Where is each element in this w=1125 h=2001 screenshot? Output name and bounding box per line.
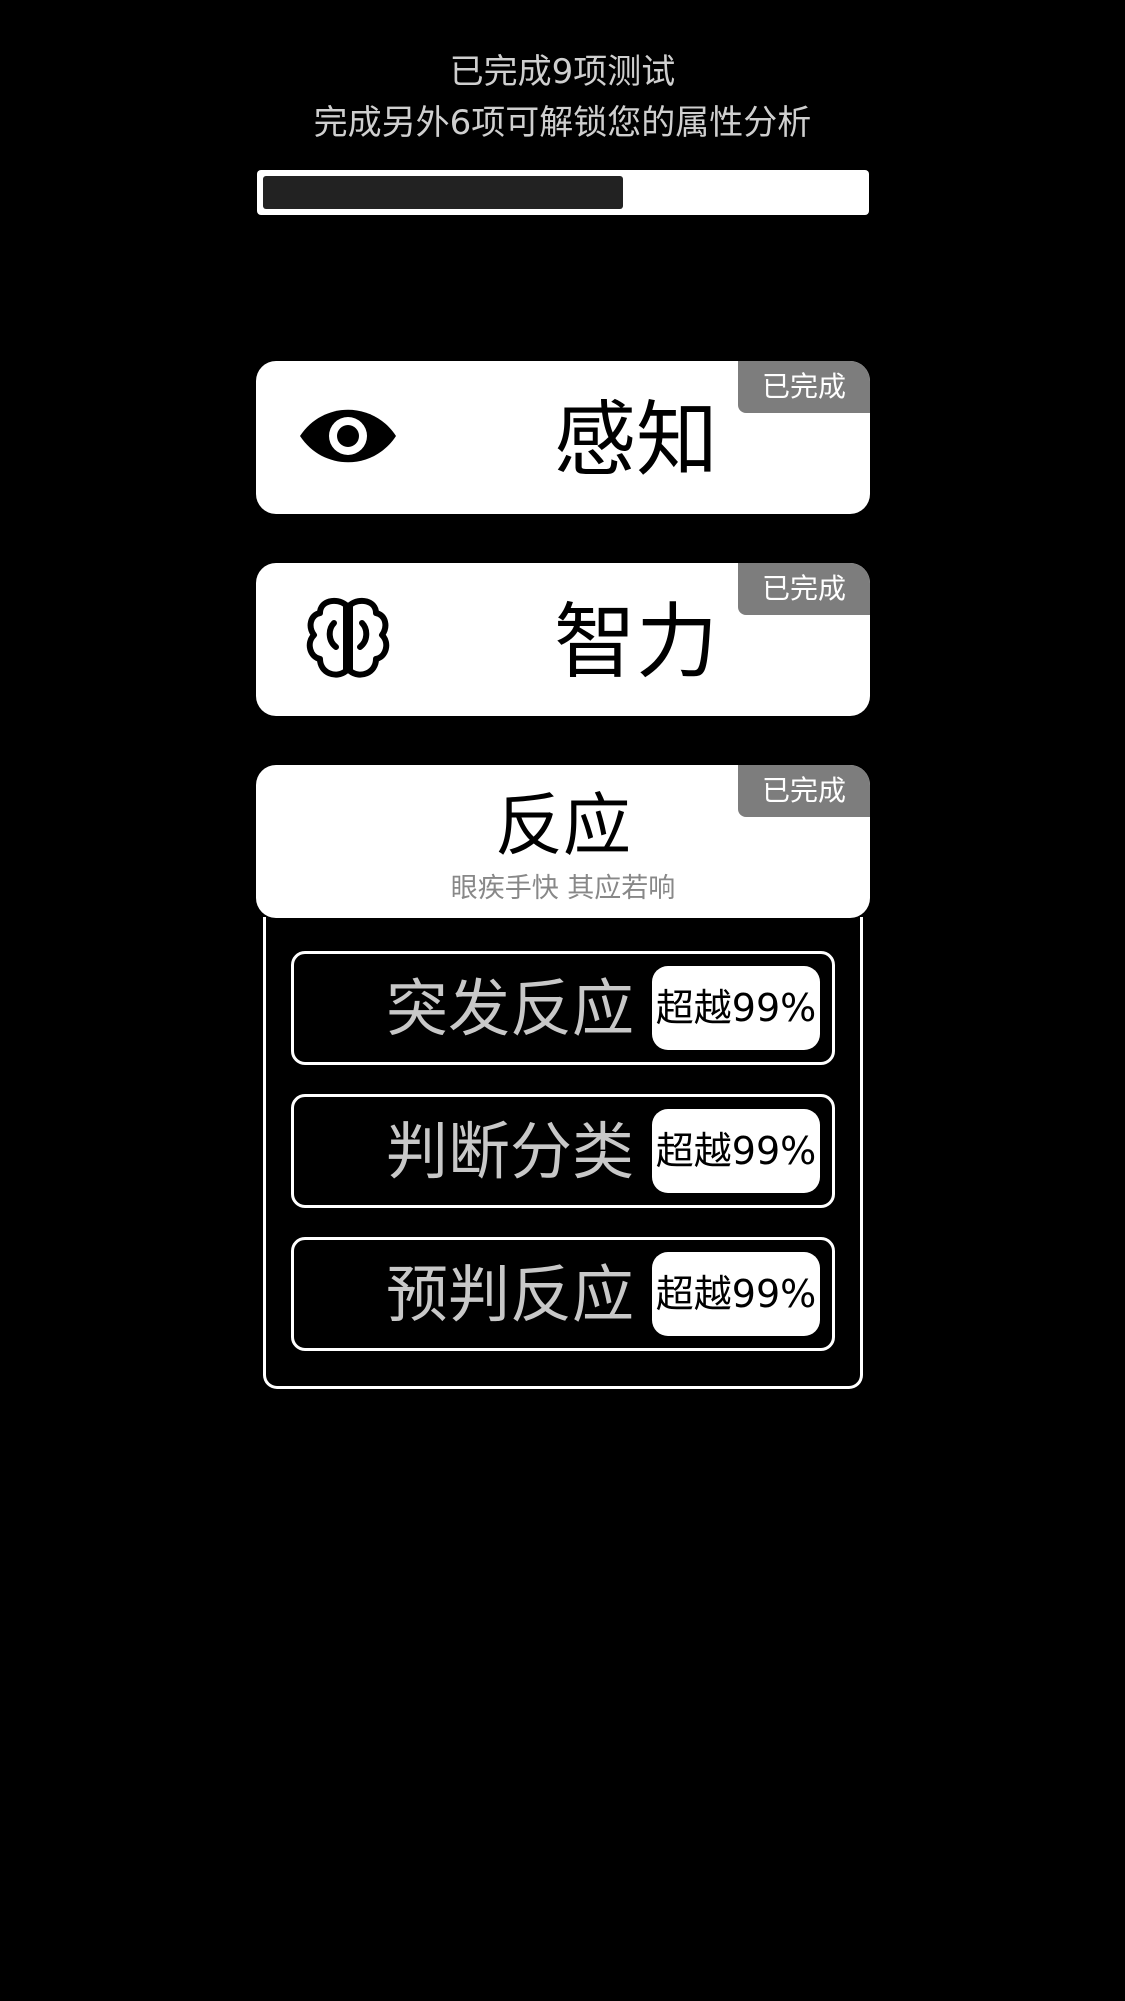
category-card-intelligence[interactable]: 智力 已完成 [256,563,870,716]
subtest-anticipation-reaction[interactable]: 预判反应 超越99% [291,1237,835,1351]
subtest-label: 预判反应 [385,1258,634,1331]
subtest-judgment-classification[interactable]: 判断分类 超越99% [291,1094,835,1208]
completed-badge: 已完成 [738,765,870,817]
completed-badge: 已完成 [738,563,870,615]
eye-icon [298,391,398,481]
subtest-score-badge: 超越99% [652,966,820,1050]
category-card-perception[interactable]: 感知 已完成 [256,361,870,514]
category-card-reaction[interactable]: 反应 眼疾手快 其应若响 已完成 [256,765,870,918]
progress-bar-fill [263,176,623,209]
completed-tests-text: 已完成9项测试 [449,52,676,92]
category-subtitle: 眼疾手快 其应若响 [450,873,676,904]
progress-bar [257,170,869,215]
brain-icon [298,593,398,683]
subtest-sudden-reaction[interactable]: 突发反应 超越99% [291,951,835,1065]
subtest-score-badge: 超越99% [652,1109,820,1193]
subtest-score-badge: 超越99% [652,1252,820,1336]
subtest-label: 突发反应 [385,972,634,1045]
completed-badge: 已完成 [738,361,870,413]
subtest-label: 判断分类 [385,1115,634,1188]
unlock-hint-text: 完成另外6项可解锁您的属性分析 [313,103,812,143]
